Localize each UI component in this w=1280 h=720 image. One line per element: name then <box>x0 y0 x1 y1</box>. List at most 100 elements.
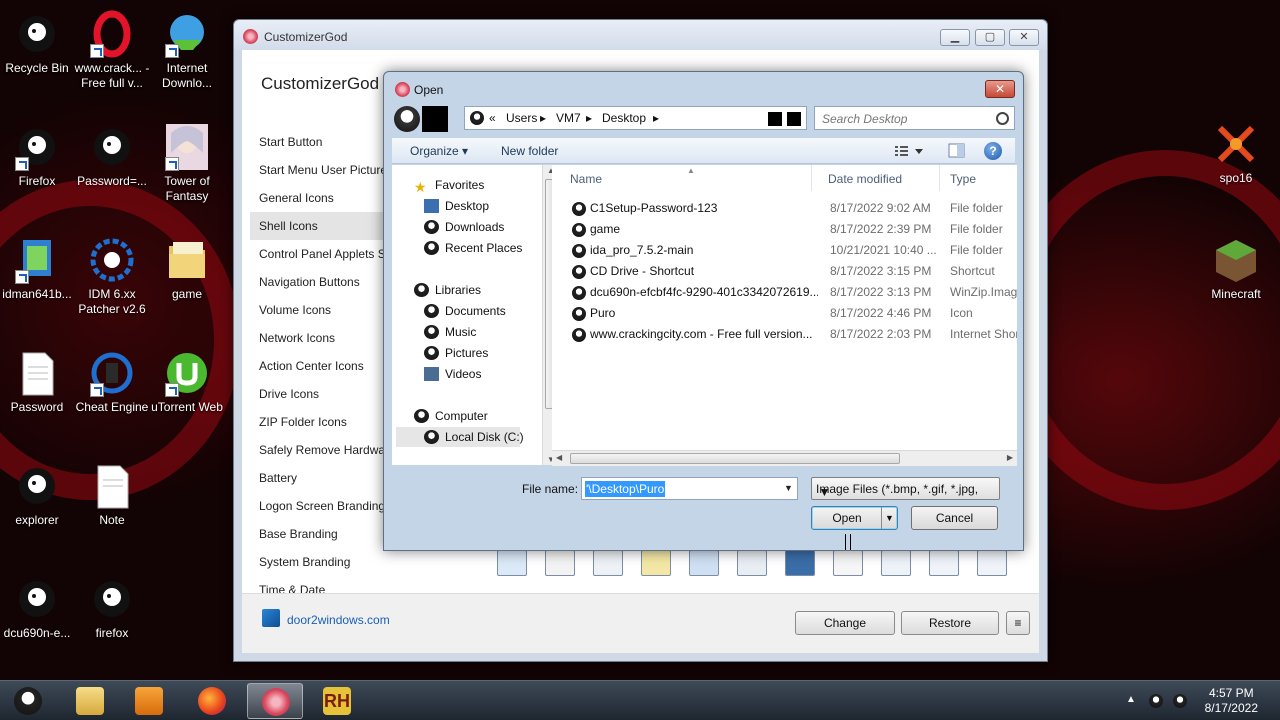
nav-desktop[interactable]: Desktop <box>424 196 489 216</box>
breadcrumb-users[interactable]: Users <box>506 111 537 125</box>
shell-icon-thumbnail[interactable] <box>977 550 1007 576</box>
shell-icon-thumbnail[interactable] <box>785 550 815 576</box>
app-titlebar[interactable]: CustomizerGod ▁ ▢ ✕ <box>234 20 1047 50</box>
desktop-icon-recycle-bin[interactable]: Recycle Bin <box>0 10 75 76</box>
dialog-close-button[interactable]: ✕ <box>985 80 1015 98</box>
taskbar-clock[interactable]: 4:57 PM 8/17/2022 <box>1205 686 1258 716</box>
desktop-icon-firefox[interactable]: Firefox <box>0 123 75 189</box>
dialog-toolbar: Organize ▾ New folder ? <box>392 138 1015 164</box>
nav-downloads[interactable]: Downloads <box>424 217 504 237</box>
scroll-right-arrow-icon[interactable]: ▶ <box>1007 453 1013 462</box>
restore-button[interactable]: Restore <box>901 611 999 635</box>
taskbar-explorer[interactable] <box>62 683 118 719</box>
desktop-icon-spo16[interactable]: spo16 <box>1198 120 1274 186</box>
file-list-scroll-thumb[interactable] <box>570 453 900 464</box>
breadcrumb-desktop[interactable]: Desktop <box>602 111 646 125</box>
file-list-horizontal-scrollbar[interactable]: ◀ ▶ <box>552 450 1017 466</box>
taskbar-resource-hacker[interactable]: RH <box>309 683 365 719</box>
desktop-icon-explorer[interactable]: explorer <box>0 462 75 528</box>
column-header-date-modified[interactable]: Date modified <box>820 165 940 191</box>
tray-app-icon[interactable] <box>1173 694 1187 708</box>
file-name-dropdown-icon[interactable]: ▼ <box>780 478 797 499</box>
search-input[interactable]: Search Desktop <box>814 106 1015 130</box>
file-type-dropdown-icon[interactable]: ▼ <box>816 482 833 503</box>
desktop-icon-utorrent-web[interactable]: uTorrent Web <box>149 349 225 415</box>
desktop-icon-password-file[interactable]: Password=... <box>74 123 150 189</box>
nav-libraries[interactable]: Libraries <box>414 280 481 300</box>
address-bar[interactable]: « Users ▸ VM7 ▸ Desktop ▸ <box>464 106 807 130</box>
shell-icon-thumbnail[interactable] <box>689 550 719 576</box>
close-button[interactable]: ✕ <box>1009 29 1039 46</box>
desktop-icon-tower-of-fantasy[interactable]: Tower of Fantasy <box>149 123 225 204</box>
start-button[interactable] <box>0 683 56 719</box>
shell-icon-thumbnail[interactable] <box>545 550 575 576</box>
desktop-icon-internet-download-manager[interactable]: Internet Downlo... <box>149 10 225 91</box>
desktop-icon-dcu690n[interactable]: dcu690n-e... <box>0 575 75 641</box>
desktop-icon-firefox-2[interactable]: firefox <box>74 575 150 641</box>
address-dropdown-button[interactable] <box>768 112 782 126</box>
open-split-dropdown-icon[interactable]: ▼ <box>881 507 897 529</box>
file-row[interactable]: dcu690n-efcbf4fc-9290-401c3342072619....… <box>560 282 1017 303</box>
desktop-icon-note[interactable]: Note <box>74 462 150 528</box>
taskbar-media-player[interactable] <box>121 683 177 719</box>
shell-icon-thumbnail[interactable] <box>929 550 959 576</box>
file-row[interactable]: www.crackingcity.com - Free full version… <box>560 324 1017 345</box>
menu-button[interactable]: ≡ <box>1006 611 1030 635</box>
nav-local-disk-c[interactable]: Local Disk (C:) <box>396 427 524 447</box>
nav-favorites[interactable]: ★ Favorites <box>414 175 484 195</box>
nav-recent-places[interactable]: Recent Places <box>424 238 522 258</box>
shell-icon-thumbnail[interactable] <box>593 550 623 576</box>
help-icon[interactable]: ? <box>984 142 1002 160</box>
desktop-icon-minecraft[interactable]: Minecraft <box>1198 236 1274 302</box>
file-row[interactable]: game 8/17/2022 2:39 PM File folder <box>560 219 1017 240</box>
shell-icon-thumbnail[interactable] <box>641 550 671 576</box>
text-file-icon <box>88 462 136 510</box>
nav-videos[interactable]: Videos <box>424 364 481 384</box>
file-row[interactable]: ida_pro_7.5.2-main 10/21/2021 10:40 ... … <box>560 240 1017 261</box>
breadcrumb-vm7[interactable]: VM7 <box>556 111 581 125</box>
open-button[interactable]: Open ▼ <box>811 506 898 530</box>
nav-documents[interactable]: Documents <box>424 301 506 321</box>
maximize-button[interactable]: ▢ <box>975 29 1005 46</box>
column-header-name[interactable]: Name ▲ <box>552 165 812 191</box>
taskbar-customizergod[interactable] <box>247 683 303 719</box>
column-header-type[interactable]: Type <box>942 165 1017 191</box>
desktop-icon-crackingcity[interactable]: www.crack... - Free full v... <box>74 10 150 91</box>
file-row[interactable]: Puro 8/17/2022 4:46 PM Icon <box>560 303 1017 324</box>
category-system-branding[interactable]: System Branding <box>250 548 470 576</box>
back-button[interactable] <box>394 106 420 132</box>
nav-pictures[interactable]: Pictures <box>424 343 488 363</box>
taskbar-firefox[interactable] <box>184 683 240 719</box>
breadcrumb-overflow[interactable]: « <box>489 111 496 125</box>
organize-button[interactable]: Organize ▾ <box>410 144 468 158</box>
shell-icon-thumbnail[interactable] <box>881 550 911 576</box>
scroll-left-arrow-icon[interactable]: ◀ <box>556 453 562 462</box>
search-icon <box>996 112 1009 125</box>
tray-app-icon[interactable] <box>1149 694 1163 708</box>
desktop-icon-game-folder[interactable]: game <box>149 236 225 302</box>
change-button[interactable]: Change <box>795 611 895 635</box>
shell-icon-thumbnail[interactable] <box>833 550 863 576</box>
file-type-select[interactable]: Image Files (*.bmp, *.gif, *.jpg, ▼ <box>811 477 1000 500</box>
preview-pane-icon[interactable] <box>948 142 966 160</box>
desktop-icon-idman-installer[interactable]: idman641b... <box>0 236 75 302</box>
desktop-icon-cheat-engine[interactable]: Cheat Engine <box>74 349 150 415</box>
nav-music[interactable]: Music <box>424 322 476 342</box>
show-hidden-icons-icon[interactable]: ▲ <box>1126 694 1136 705</box>
file-row[interactable]: CD Drive - Shortcut 8/17/2022 3:15 PM Sh… <box>560 261 1017 282</box>
shell-icon-thumbnail[interactable] <box>497 550 527 576</box>
view-options-icon[interactable] <box>894 142 923 160</box>
cancel-button[interactable]: Cancel <box>911 506 998 530</box>
desktop-icon-idm-patcher[interactable]: IDM 6.xx Patcher v2.6 <box>74 236 150 317</box>
file-row[interactable]: C1Setup-Password-123 8/17/2022 9:02 AM F… <box>560 198 1017 219</box>
new-folder-button[interactable]: New folder <box>501 144 558 158</box>
shell-icon-thumbnail[interactable] <box>737 550 767 576</box>
door2windows-link[interactable]: door2windows.com <box>287 613 390 627</box>
desktop-icon-password-text[interactable]: Password <box>0 349 75 415</box>
text-file-icon <box>13 349 61 397</box>
minimize-button[interactable]: ▁ <box>940 29 970 46</box>
file-name-input[interactable]: '\Desktop\Puro ▼ <box>581 477 798 500</box>
refresh-button[interactable] <box>787 112 801 126</box>
forward-button[interactable] <box>422 106 448 132</box>
nav-computer[interactable]: Computer <box>414 406 488 426</box>
